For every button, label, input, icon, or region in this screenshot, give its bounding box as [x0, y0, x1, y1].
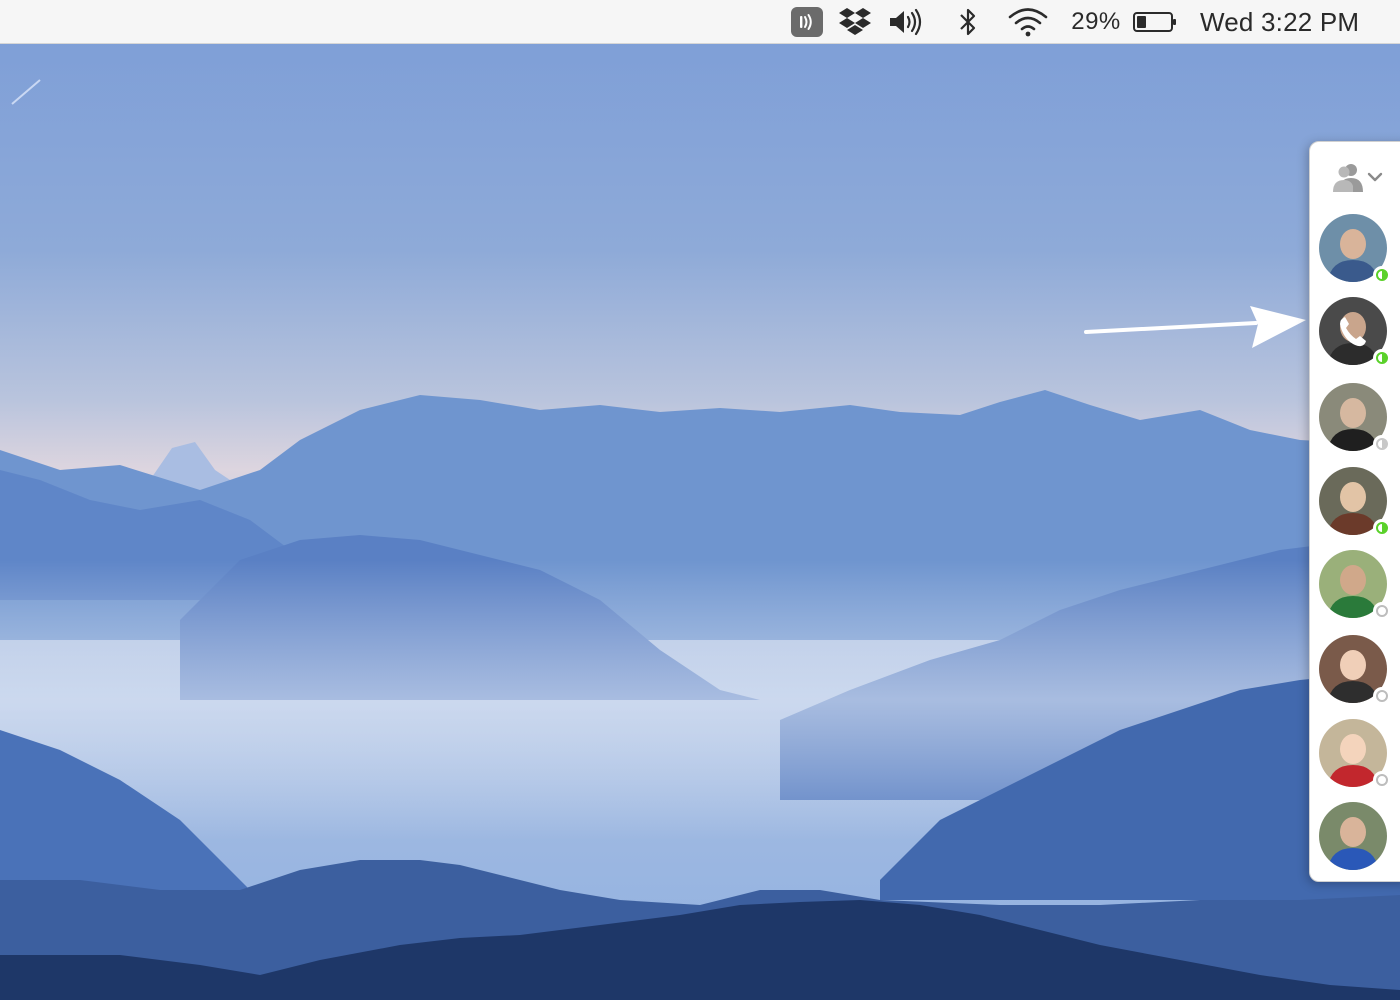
- audio-hijack-icon[interactable]: [790, 0, 824, 44]
- wifi-icon[interactable]: [1006, 0, 1050, 44]
- presence-status-icon: [1373, 602, 1391, 620]
- contact-chat-head[interactable]: [1319, 719, 1391, 789]
- presence-status-icon: [1373, 435, 1391, 453]
- bluetooth-icon[interactable]: [954, 0, 982, 44]
- contacts-menu-button[interactable]: [1328, 156, 1388, 200]
- presence-status-icon: [1373, 266, 1391, 284]
- presence-status-icon: [1373, 519, 1391, 537]
- presence-status-icon: [1373, 687, 1391, 705]
- desktop-wallpaper: [0, 0, 1400, 1000]
- dropbox-icon[interactable]: [836, 0, 874, 44]
- battery-percentage[interactable]: 29%: [1066, 0, 1126, 44]
- avatar: [1319, 802, 1387, 870]
- contact-chat-head[interactable]: [1319, 383, 1391, 453]
- annotation-arrow: [1084, 306, 1306, 348]
- contact-chat-head[interactable]: [1319, 214, 1391, 284]
- contact-chat-head[interactable]: [1319, 802, 1387, 870]
- presence-status-icon: [1373, 349, 1391, 367]
- contacts-chevron-icon: [1333, 164, 1383, 192]
- contact-chat-head[interactable]: [1319, 297, 1391, 367]
- volume-icon[interactable]: [886, 0, 926, 44]
- contact-chat-head[interactable]: [1319, 550, 1391, 620]
- menu-bar: 29% Wed 3:22 PM: [0, 0, 1400, 44]
- battery-icon[interactable]: [1130, 0, 1182, 44]
- chat-heads-panel: [1309, 141, 1400, 882]
- menubar-clock[interactable]: Wed 3:22 PM: [1200, 0, 1390, 44]
- presence-status-icon: [1373, 771, 1391, 789]
- contact-chat-head[interactable]: [1319, 635, 1391, 705]
- contact-chat-head[interactable]: [1319, 467, 1391, 537]
